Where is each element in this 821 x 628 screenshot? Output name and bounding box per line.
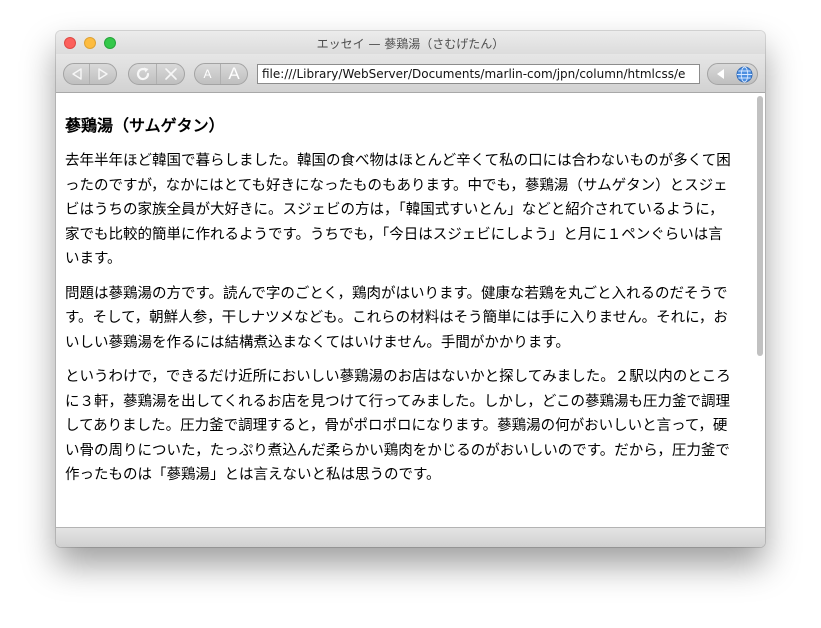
toolbar: A A file:///Library/WebServer/Documents/… (56, 54, 765, 93)
text-smaller-button[interactable]: A (195, 64, 220, 84)
text-smaller-label: A (203, 67, 212, 81)
forward-button[interactable] (89, 64, 116, 84)
bookmark-arrow-icon (716, 69, 724, 79)
article-paragraph-3: というわけで，できるだけ近所においしい蔘鶏湯のお店はないかと探してみました。２駅… (65, 369, 731, 483)
forward-arrow-icon (98, 68, 108, 80)
browser-window: エッセイ — 蔘鶏湯（さむげたん） A A file:///Library/We… (56, 31, 765, 547)
web-content[interactable]: 蔘鶏湯（サムゲタン） 去年半年ほど韓国で暮らしました。韓国の食べ物はほとんど辛く… (56, 93, 765, 527)
text-bigger-button[interactable]: A (220, 64, 247, 84)
globe (732, 64, 757, 84)
stop-button[interactable] (156, 64, 184, 84)
back-arrow-icon (71, 68, 82, 80)
article-paragraph-2: 問題は蔘鶏湯の方です。読んで字のごとく，鶏肉がはいります。健康な若鶏を丸ごと入れ… (65, 285, 728, 351)
article: 蔘鶏湯（サムゲタン） 去年半年ほど韓国で暮らしました。韓国の食べ物はほとんど辛く… (65, 113, 737, 498)
bookmark-button[interactable] (707, 63, 758, 85)
title-bar[interactable]: エッセイ — 蔘鶏湯（さむげたん） (56, 31, 765, 54)
back-button[interactable] (64, 64, 89, 84)
text-size-buttons: A A (194, 63, 248, 85)
vertical-scrollbar[interactable] (755, 93, 765, 527)
scroll-thumb[interactable] (757, 96, 763, 356)
reload-button[interactable] (129, 64, 156, 84)
reload-icon (136, 67, 149, 81)
article-heading: 蔘鶏湯（サムゲタン） (65, 116, 225, 135)
bookmark-arrow (708, 64, 732, 84)
navigation-buttons (63, 63, 117, 85)
window-title: エッセイ — 蔘鶏湯（さむげたん） (316, 37, 505, 51)
stop-icon (164, 68, 177, 80)
status-bar (56, 527, 765, 547)
address-bar[interactable]: file:///Library/WebServer/Documents/marl… (257, 64, 700, 84)
reload-stop-buttons (128, 63, 185, 85)
globe-icon (736, 66, 753, 82)
text-bigger-label: A (228, 64, 240, 83)
article-paragraph-1: 去年半年ほど韓国で暮らしました。韓国の食べ物はほとんど辛くて私の口には合わないも… (65, 153, 731, 267)
